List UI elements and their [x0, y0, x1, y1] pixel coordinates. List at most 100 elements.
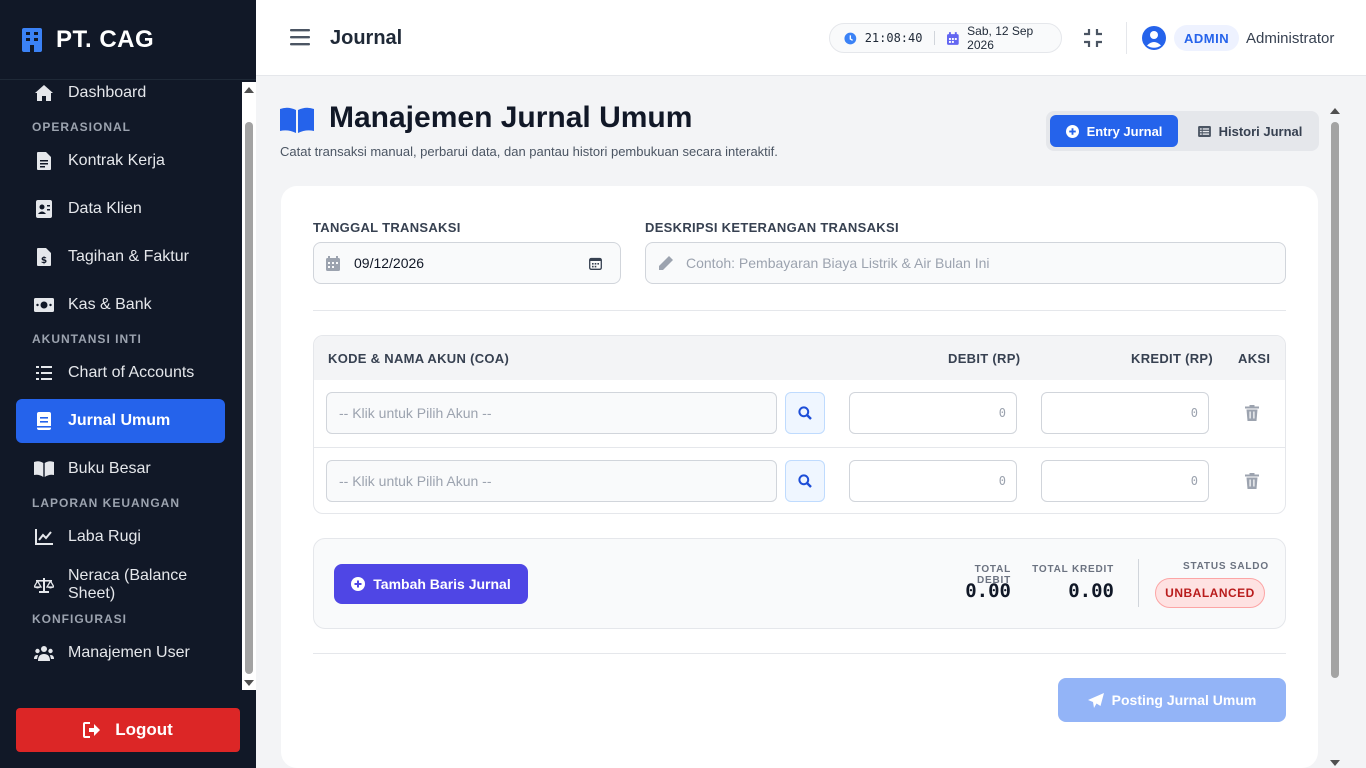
sidebar-item-label: Jurnal Umum [68, 412, 171, 429]
address-card-icon [34, 200, 54, 218]
datetime-pill: 21:08:40 Sab, 12 Sep 2026 [829, 23, 1062, 53]
scale-icon [34, 576, 54, 594]
description-placeholder: Contoh: Pembayaran Biaya Listrik & Air B… [686, 255, 990, 271]
sidebar-item-label: Kas & Bank [68, 296, 152, 313]
topbar-divider [1126, 22, 1127, 54]
calendar-icon [947, 31, 960, 45]
status-label: STATUS SALDO [1183, 561, 1269, 572]
table-header: KODE & NAMA AKUN (COA) DEBIT (RP) KREDIT… [314, 336, 1285, 380]
book-open-icon [280, 107, 314, 133]
sidebar-item-dashboard[interactable]: Dashboard [16, 80, 225, 115]
logout-button[interactable]: Logout [16, 708, 240, 752]
account-search-button[interactable] [785, 392, 825, 434]
money-icon [34, 296, 54, 314]
debit-input[interactable]: 0 [849, 460, 1017, 502]
file-contract-icon [34, 152, 54, 170]
date-label: TANGGAL TRANSAKSI [313, 220, 461, 235]
col-account: KODE & NAMA AKUN (COA) [328, 351, 510, 366]
trash-icon[interactable] [1244, 405, 1260, 421]
pencil-icon [659, 256, 673, 270]
kredit-input[interactable]: 0 [1041, 392, 1209, 434]
sidebar-item-kas-bank[interactable]: Kas & Bank [16, 283, 225, 327]
brand-name: PT. CAG [56, 25, 155, 53]
description-input[interactable]: Contoh: Pembayaran Biaya Listrik & Air B… [645, 242, 1286, 284]
sidebar-item-label: Dashboard [68, 84, 147, 101]
page-title: Manajemen Jurnal Umum [329, 101, 693, 134]
sidebar: PT. CAG Dashboard OPERASIONAL Kontrak Ke… [0, 0, 256, 768]
brand[interactable]: PT. CAG [0, 0, 256, 80]
sidebar-item-label: Laba Rugi [68, 528, 141, 545]
book-open-icon [34, 460, 54, 478]
sidebar-item-label: Manajemen User [68, 644, 190, 661]
user-name[interactable]: Administrator [1246, 30, 1334, 47]
trash-icon[interactable] [1244, 473, 1260, 489]
debit-input[interactable]: 0 [849, 392, 1017, 434]
sidebar-item-label: Data Klien [68, 200, 142, 217]
totals-panel: Tambah Baris Jurnal TOTAL DEBIT 0.00 TOT… [313, 538, 1286, 629]
account-search-button[interactable] [785, 460, 825, 502]
journal-tabs: Entry Jurnal Histori Jurnal [1046, 111, 1319, 151]
calendar-icon [326, 255, 340, 271]
home-icon [34, 84, 54, 102]
sidebar-item-tagihan-faktur[interactable]: $ Tagihan & Faktur [16, 235, 225, 279]
scroll-down-arrow-icon[interactable] [244, 680, 254, 686]
section-akuntansi-inti: AKUNTANSI INTI [32, 332, 142, 346]
search-icon [798, 406, 812, 420]
page-subtitle: Catat transaksi manual, perbarui data, d… [280, 144, 778, 159]
col-debit: DEBIT (RP) [948, 351, 1021, 366]
sidebar-item-label: Buku Besar [68, 460, 151, 477]
logout-label: Logout [115, 720, 173, 739]
sidebar-nav: Dashboard OPERASIONAL Kontrak Kerja Data… [0, 80, 242, 690]
search-icon [798, 474, 812, 488]
add-row-label: Tambah Baris Jurnal [373, 576, 511, 592]
scroll-up-arrow-icon[interactable] [1330, 108, 1340, 114]
sidebar-item-data-klien[interactable]: Data Klien [16, 187, 225, 231]
clock-time: 21:08:40 [864, 31, 923, 45]
table-row: -- Klik untuk Pilih Akun -- 0 0 [314, 380, 1285, 447]
main-scrollbar[interactable] [1328, 103, 1342, 768]
clock-date: Sab, 12 Sep 2026 [967, 24, 1034, 52]
sidebar-item-kontrak-kerja[interactable]: Kontrak Kerja [16, 139, 225, 183]
table-row: -- Klik untuk Pilih Akun -- 0 0 [314, 447, 1285, 513]
col-aksi: AKSI [1238, 351, 1271, 366]
sidebar-item-jurnal-umum[interactable]: Jurnal Umum [16, 399, 225, 443]
sidebar-item-label: Tagihan & Faktur [68, 248, 189, 265]
chart-line-icon [34, 528, 54, 546]
plus-circle-icon [1065, 124, 1079, 138]
account-select[interactable]: -- Klik untuk Pilih Akun -- [326, 392, 777, 434]
sidebar-item-chart-of-accounts[interactable]: Chart of Accounts [16, 351, 225, 395]
plus-circle-icon [351, 577, 366, 591]
transaction-date-input[interactable]: 09/12/2026 [313, 242, 621, 284]
sidebar-item-buku-besar[interactable]: Buku Besar [16, 447, 225, 491]
topbar: Journal 21:08:40 Sab, 12 Sep 2026 ADMIN … [256, 0, 1366, 76]
total-debit-value: 0.00 [965, 580, 1011, 602]
sidebar-item-label: Neraca (Balance Sheet) [68, 567, 188, 602]
compress-icon[interactable] [1084, 29, 1102, 47]
scrollbar-thumb[interactable] [245, 122, 253, 674]
date-picker-icon[interactable] [589, 257, 602, 270]
post-journal-button[interactable]: Posting Jurnal Umum [1058, 678, 1286, 722]
description-label: DESKRIPSI KETERANGAN TRANSAKSI [645, 220, 899, 235]
journal-lines-table: KODE & NAMA AKUN (COA) DEBIT (RP) KREDIT… [313, 335, 1286, 514]
section-operasional: OPERASIONAL [32, 120, 132, 134]
menu-toggle-icon[interactable] [290, 28, 310, 46]
list-icon [34, 364, 54, 382]
sidebar-item-laba-rugi[interactable]: Laba Rugi [16, 515, 225, 559]
account-select[interactable]: -- Klik untuk Pilih Akun -- [326, 460, 777, 502]
kredit-input[interactable]: 0 [1041, 460, 1209, 502]
tab-entry-jurnal[interactable]: Entry Jurnal [1050, 115, 1178, 147]
add-journal-row-button[interactable]: Tambah Baris Jurnal [334, 564, 528, 604]
building-icon [22, 27, 42, 52]
scrollbar-thumb[interactable] [1331, 122, 1339, 678]
col-kredit: KREDIT (RP) [1131, 351, 1214, 366]
scroll-up-arrow-icon[interactable] [244, 87, 254, 93]
status-badge: UNBALANCED [1155, 578, 1265, 608]
clock-icon [844, 32, 857, 44]
users-icon [34, 644, 54, 662]
scroll-down-arrow-icon[interactable] [1330, 760, 1340, 766]
sidebar-item-manajemen-user[interactable]: Manajemen User [16, 631, 225, 675]
sidebar-scrollbar[interactable] [242, 82, 256, 690]
sidebar-item-neraca[interactable]: Neraca (Balance Sheet) [16, 563, 225, 607]
tab-histori-jurnal[interactable]: Histori Jurnal [1186, 115, 1314, 147]
user-avatar-icon[interactable] [1142, 26, 1166, 50]
